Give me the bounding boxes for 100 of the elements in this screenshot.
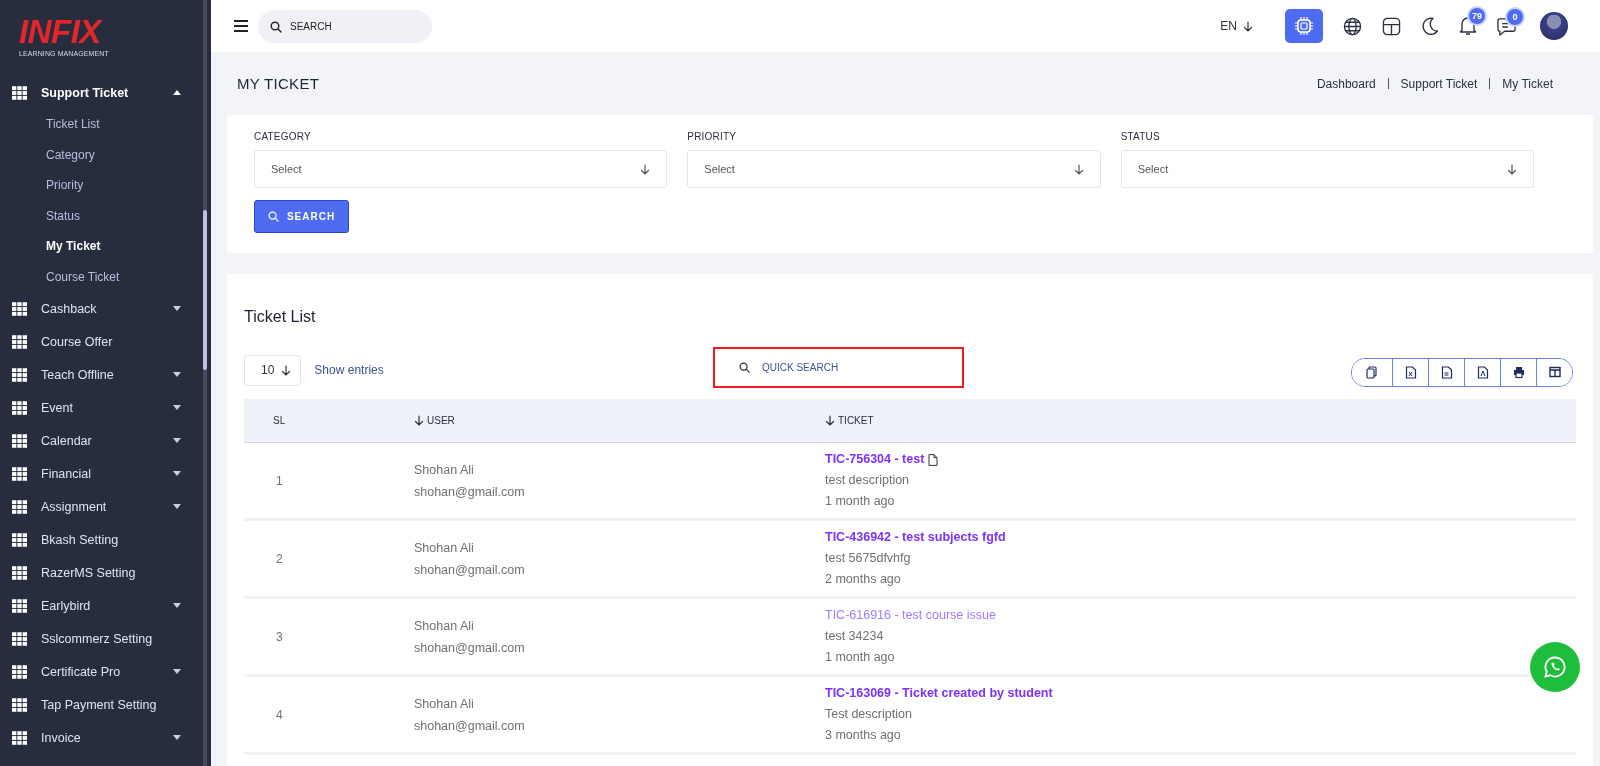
copy-icon [1366, 366, 1378, 379]
sidebar-item[interactable]: Cashback [0, 292, 203, 325]
arrow-down-icon [1507, 163, 1517, 175]
moon-icon[interactable] [1421, 16, 1439, 36]
sidebar-item[interactable]: Tap Payment Setting [0, 688, 203, 721]
column-header[interactable]: TICKET [825, 415, 1576, 426]
user-name: Shohan Ali [414, 617, 474, 635]
message-badge: 0 [1507, 8, 1523, 25]
search-button[interactable]: SEARCH [254, 200, 349, 233]
chat-icon[interactable] [1497, 16, 1516, 36]
user-name: Shohan Ali [414, 461, 474, 479]
column-header[interactable]: USER [414, 415, 825, 426]
arrow-down-icon [1073, 163, 1084, 175]
notification-badge: 79 [1469, 8, 1485, 24]
ai-chip-button[interactable] [1285, 9, 1323, 43]
printer-icon [1512, 366, 1525, 379]
submenu-item[interactable]: Course Ticket [0, 261, 203, 292]
page-size-select[interactable]: 10 [244, 354, 302, 386]
page-title: MY TICKET [237, 75, 320, 92]
grid-icon [12, 499, 27, 514]
globe-icon[interactable] [1343, 16, 1362, 36]
search-icon [739, 362, 750, 373]
grid-icon [12, 85, 27, 100]
language-selector[interactable]: EN [1220, 19, 1253, 33]
grid-icon [12, 334, 27, 349]
ticket-description: Test description [825, 706, 912, 723]
submenu-item[interactable]: Status [0, 200, 203, 231]
quick-search-field[interactable]: QUICK SEARCH [713, 347, 964, 388]
ticket-description: test 34234 [825, 628, 884, 645]
ticket-link[interactable]: TIC-163069 - Ticket created by student [825, 683, 1053, 704]
sidebar-item[interactable]: Event [0, 391, 203, 424]
ticket-time: 1 month ago [825, 493, 895, 510]
search-icon [270, 20, 282, 33]
ticket-link[interactable]: TIC-756304 - test [825, 449, 939, 470]
ticket-time: 2 months ago [825, 571, 901, 588]
submenu-item[interactable]: Priority [0, 170, 203, 201]
submenu-item[interactable]: Ticket List [0, 109, 203, 140]
submenu-item[interactable]: My Ticket [0, 231, 203, 262]
ticket-time: 1 month ago [825, 649, 895, 666]
section-title: Ticket List [244, 308, 317, 327]
logo-wordmark: INFIX [19, 16, 101, 48]
arrow-down-icon [281, 364, 292, 376]
avatar[interactable] [1540, 12, 1568, 40]
file-icon [1404, 366, 1417, 379]
grid-icon [12, 367, 27, 382]
user-email: shohan@gmail.com [414, 483, 525, 501]
ticket-description: test description [825, 472, 910, 489]
grid-icon [12, 631, 27, 646]
grid-icon [12, 532, 27, 547]
select-field[interactable]: Select [1120, 150, 1534, 188]
row-number: 2 [275, 551, 284, 566]
search-field[interactable]: SEARCH [258, 9, 432, 43]
document-icon [928, 453, 939, 466]
chat-bubble-icon [1543, 655, 1567, 679]
field-label: STATUS [1120, 131, 1161, 142]
arrow-down-icon [640, 163, 651, 175]
grid-icon [12, 730, 27, 745]
breadcrumb-link[interactable]: My Ticket [1502, 76, 1553, 91]
sidebar-item[interactable]: RazerMS Setting [0, 556, 203, 589]
row-number: 1 [275, 473, 284, 488]
grid-icon [12, 664, 27, 679]
breadcrumb-link[interactable]: Support Ticket [1400, 76, 1478, 91]
sidebar-item[interactable]: Sslcommerz Setting [0, 622, 203, 655]
grid-icon [12, 400, 27, 415]
column-header[interactable]: SL [244, 415, 414, 426]
grid-icon [12, 565, 27, 580]
arrow-down-icon [414, 415, 424, 426]
chip-icon [1294, 16, 1314, 36]
sidebar-item[interactable]: Teach Offline [0, 358, 203, 391]
sidebar-item[interactable]: Certificate Pro [0, 655, 203, 688]
sidebar-item[interactable]: Bkash Setting [0, 523, 203, 556]
select-field[interactable]: Select [254, 150, 668, 188]
select-field[interactable]: Select [687, 150, 1101, 188]
sidebar-item[interactable]: Assignment [0, 490, 203, 523]
user-email: shohan@gmail.com [414, 561, 525, 579]
user-name: Shohan Ali [414, 539, 474, 557]
sidebar-item[interactable]: Financial [0, 457, 203, 490]
arrow-down-icon [1243, 20, 1253, 32]
row-number: 4 [275, 707, 284, 722]
layout-icon[interactable] [1382, 16, 1401, 36]
sidebar-item[interactable]: Invoice [0, 721, 203, 754]
sidebar-item[interactable]: Course Offer [0, 325, 203, 358]
columns-button[interactable] [1536, 359, 1572, 386]
ticket-link[interactable]: TIC-436942 - test subjects fgfd [825, 527, 1006, 548]
show-entries-label: Show entries [314, 363, 384, 377]
sidebar-item[interactable]: Calendar [0, 424, 203, 457]
grid-icon [12, 433, 27, 448]
sidebar-item[interactable]: Earlybird [0, 589, 203, 622]
grid-icon [12, 697, 27, 712]
menu-icon[interactable] [234, 20, 248, 32]
grid-icon [12, 598, 27, 613]
file-icon [1440, 366, 1453, 379]
field-label: PRIORITY [687, 131, 738, 142]
grid-icon [12, 466, 27, 481]
sidebar-item[interactable]: Support Ticket [0, 76, 203, 109]
row-number: 3 [275, 629, 284, 644]
ticket-description: test 5675dfvhfg [825, 550, 911, 567]
breadcrumb-link[interactable]: Dashboard [1316, 76, 1376, 91]
language-label: EN [1220, 19, 1237, 33]
submenu-item[interactable]: Category [0, 139, 203, 170]
